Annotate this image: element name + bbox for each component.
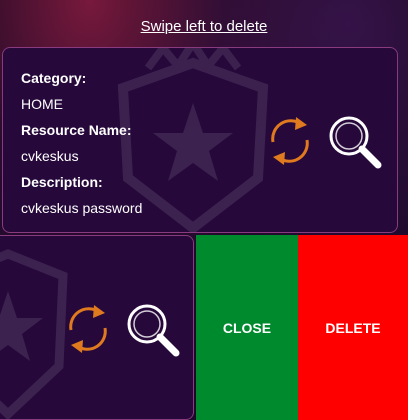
close-button-label: CLOSE (222, 319, 272, 336)
resource-name-label: Resource Name: (21, 122, 132, 138)
description-label: Description: (21, 174, 103, 190)
resource-details: Category: HOME Resource Name: cvkeskus D… (21, 68, 142, 224)
resource-card[interactable]: Category: HOME Resource Name: cvkeskus D… (2, 47, 398, 233)
delete-button[interactable]: DELETE (298, 235, 408, 420)
swipe-hint: Swipe left to delete (140, 18, 268, 35)
resource-name-value: cvkeskus (21, 148, 79, 164)
search-icon[interactable] (327, 114, 383, 170)
search-icon[interactable] (125, 302, 181, 358)
category-label: Category: (21, 70, 87, 86)
swiped-resource-card[interactable] (0, 235, 194, 420)
category-value: HOME (21, 96, 63, 112)
refresh-icon[interactable] (263, 112, 317, 170)
description-value: cvkeskus password (21, 200, 143, 216)
close-button[interactable]: CLOSE (196, 235, 298, 420)
delete-button-label: DELETE (325, 319, 381, 336)
refresh-icon[interactable] (61, 300, 115, 358)
